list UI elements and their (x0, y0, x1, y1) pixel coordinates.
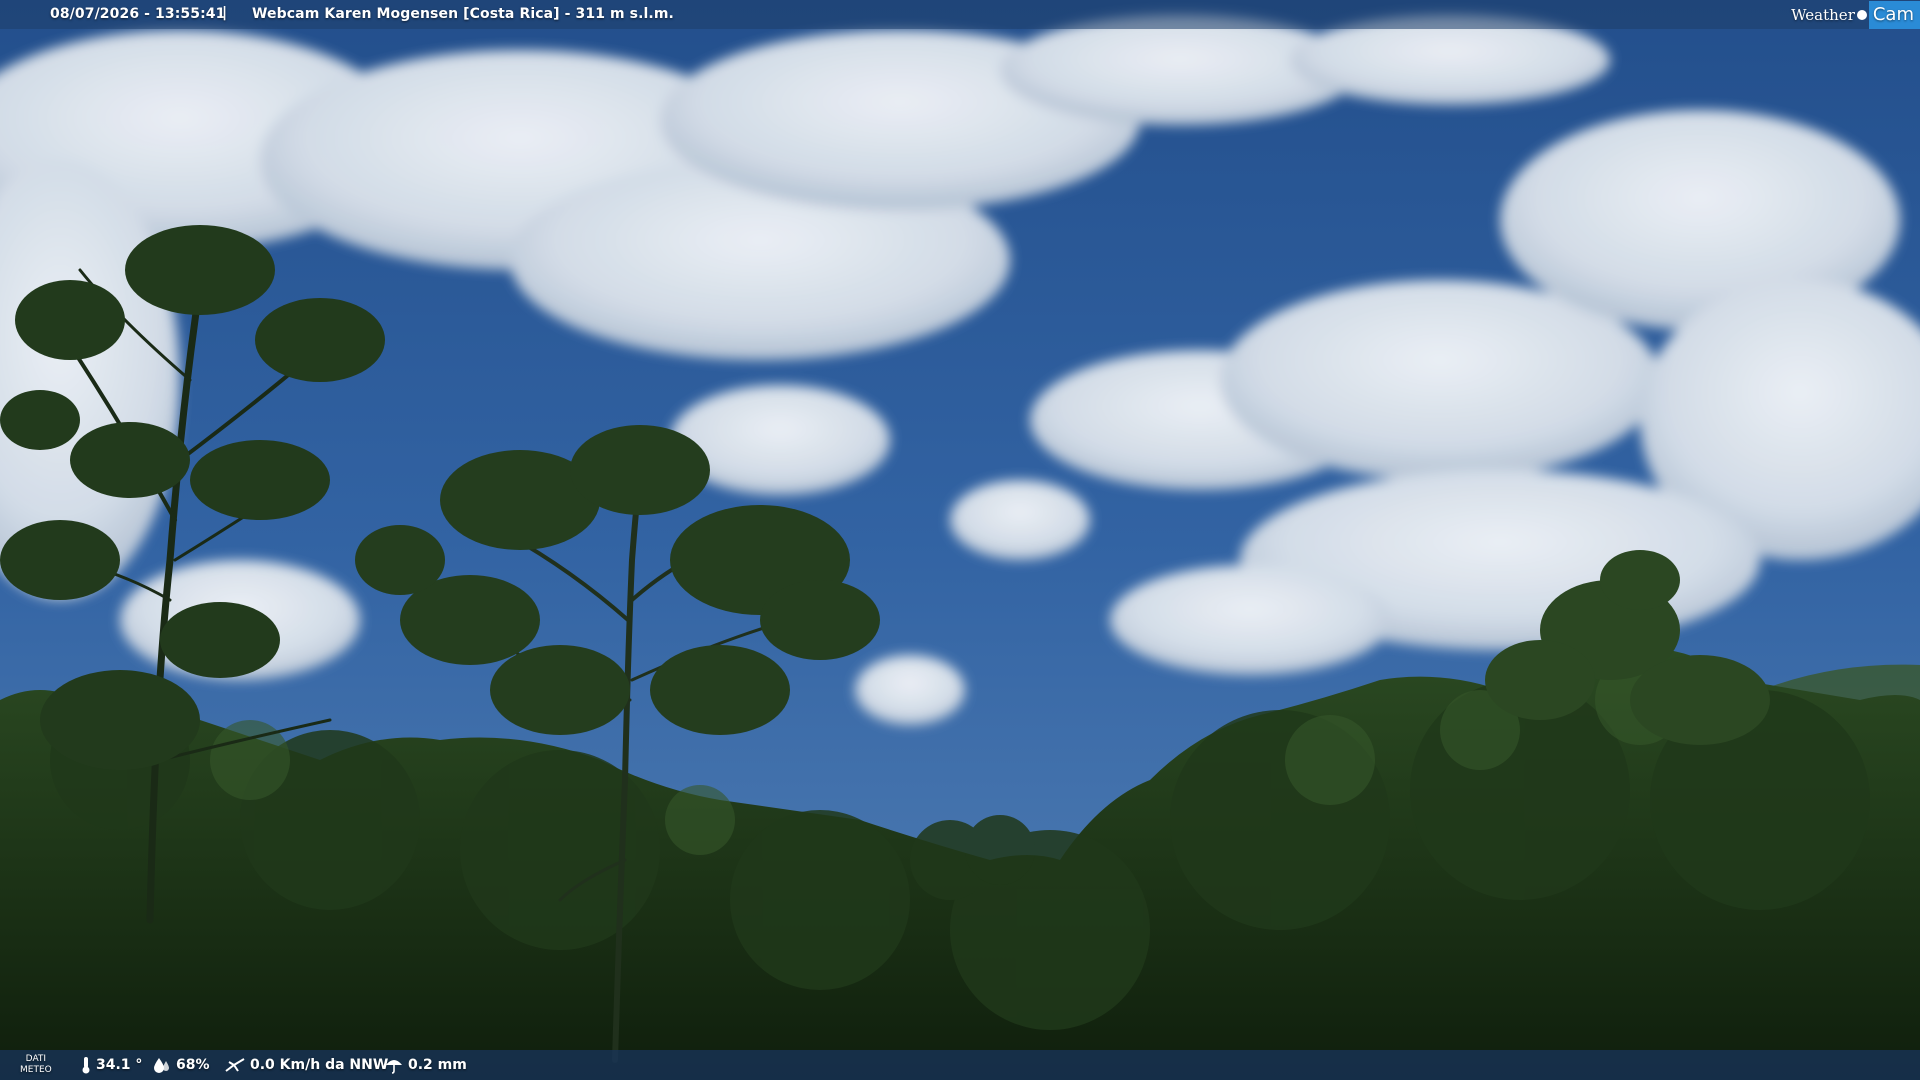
thermometer-icon (82, 1057, 90, 1074)
humidity-reading: 68% (152, 1050, 210, 1080)
meteo-label: METEO (20, 1065, 52, 1075)
wind-reading: 0.0 Km/h da NNW (224, 1050, 388, 1080)
logo-word-cam: Cam (1868, 0, 1920, 29)
weather-data-bar: DATI METEO 34.1 ° 68% 0.0 Km/h da NNW 0.… (0, 1050, 1920, 1080)
webcam-frame: 08/07/2026 - 13:55:41 | Webcam Karen Mog… (0, 0, 1920, 1080)
logo-word-weather: Weather (1791, 5, 1855, 24)
humidity-value: 68% (176, 1057, 210, 1073)
webcam-title: Webcam Karen Mogensen [Costa Rica] - 311… (252, 6, 674, 22)
timestamp: 08/07/2026 - 13:55:41 (50, 6, 226, 22)
wind-icon (225, 1058, 245, 1072)
dati-label: DATI (25, 1054, 47, 1064)
webcam-image (0, 0, 1920, 1080)
temperature-reading: 34.1 ° (80, 1050, 142, 1080)
rain-reading: 0.2 mm (384, 1050, 467, 1080)
header-separator: | (222, 5, 228, 21)
humidity-drop-icon (154, 1058, 169, 1073)
temperature-value: 34.1 ° (96, 1057, 143, 1073)
dati-meteo-label: DATI METEO (20, 1050, 52, 1080)
wind-value: 0.0 Km/h da NNW (250, 1057, 389, 1073)
header-bar: 08/07/2026 - 13:55:41 | Webcam Karen Mog… (0, 0, 1920, 29)
weathercam-logo[interactable]: Weather Cam (1791, 0, 1920, 29)
rain-value: 0.2 mm (408, 1057, 467, 1073)
umbrella-icon (386, 1060, 402, 1074)
logo-dot-icon (1856, 9, 1867, 20)
